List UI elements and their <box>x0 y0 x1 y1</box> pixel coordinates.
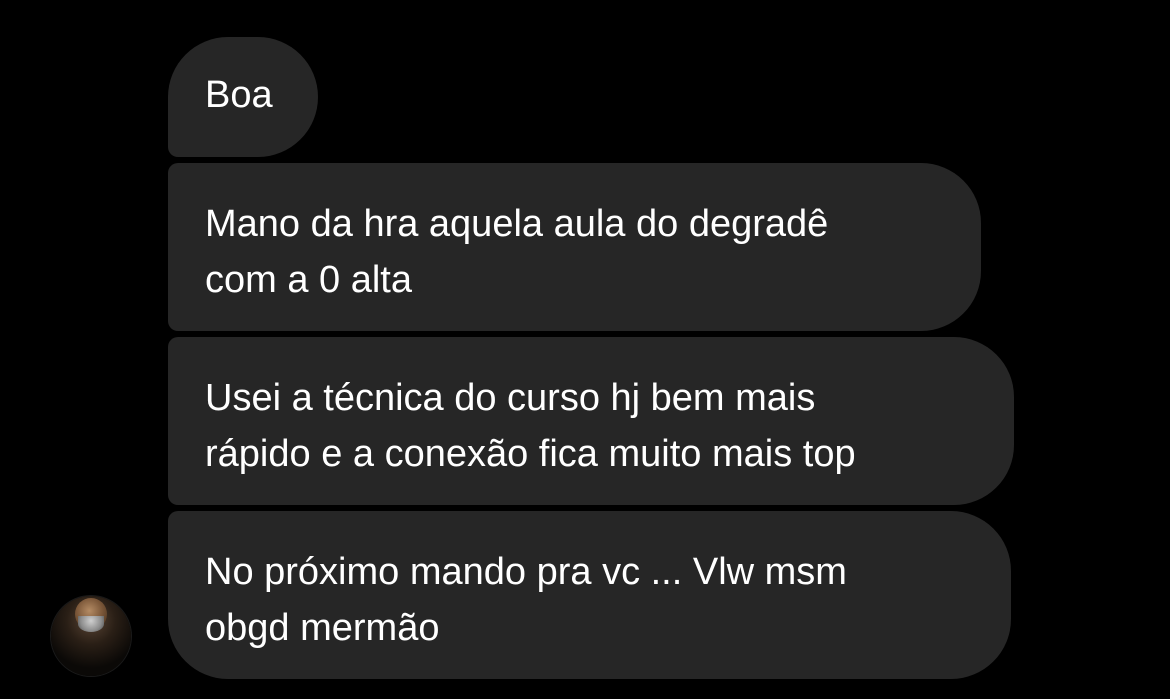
message-bubble[interactable]: Mano da hra aquela aula do degradê com a… <box>168 163 981 331</box>
message-bubble[interactable]: Boa <box>168 37 318 157</box>
sender-avatar[interactable] <box>51 596 131 676</box>
message-bubble[interactable]: No próximo mando pra vc ... Vlw msm obgd… <box>168 511 1011 679</box>
avatar-beard-image <box>78 616 104 632</box>
message-bubble[interactable]: Usei a técnica do curso hj bem mais rápi… <box>168 337 1014 505</box>
